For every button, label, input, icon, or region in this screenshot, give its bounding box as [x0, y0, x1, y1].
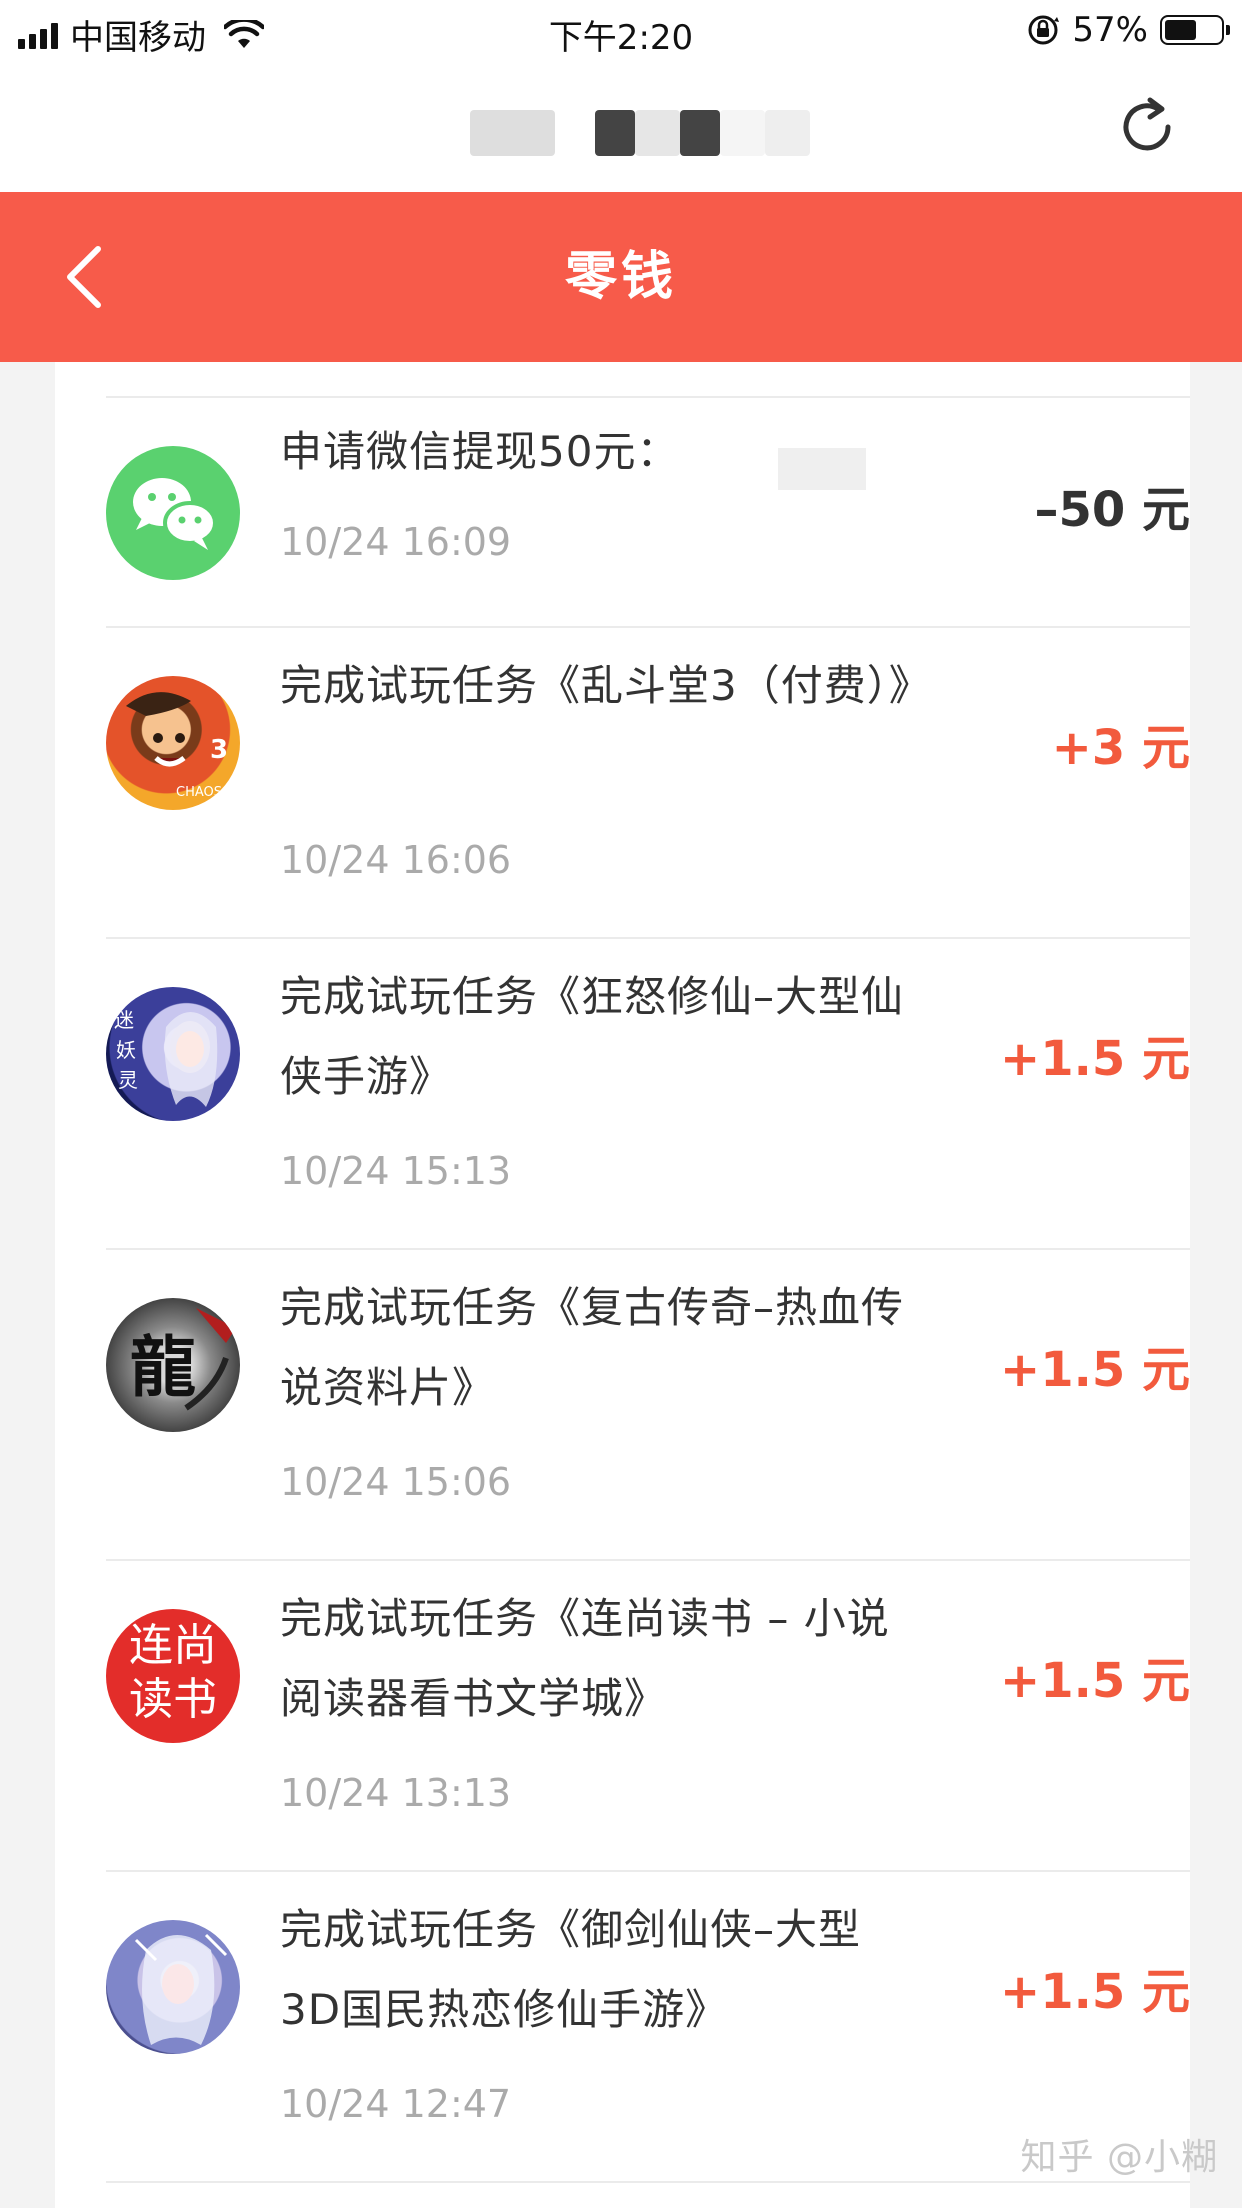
battery-icon	[1160, 15, 1230, 45]
game-icon-luandoutang: CHAOS 3	[106, 676, 240, 810]
watermark: 知乎 @小糊	[1020, 2137, 1218, 2178]
status-right: 57%	[1026, 10, 1230, 50]
page-title: 零钱	[564, 247, 677, 307]
app-icon-lianshang-text: 连尚 读书	[129, 1620, 217, 1725]
game-icon-kuangnu: 迷 妖 灵	[106, 987, 240, 1121]
transaction-title: 完成试玩任务《狂怒修仙–大型仙侠手游》	[280, 972, 905, 1101]
game-icon-fugu: 龍	[106, 1298, 240, 1432]
svg-text:灵: 灵	[118, 1068, 138, 1092]
svg-text:CHAOS: CHAOS	[176, 785, 222, 800]
transaction-time: 10/24 15:13	[280, 1149, 512, 1193]
svg-text:3: 3	[210, 735, 228, 765]
transaction-time: 10/24 13:13	[280, 1771, 512, 1815]
battery-level	[1165, 20, 1196, 40]
transaction-title: 完成试玩任务《复古传奇–热血传说资料片》	[280, 1283, 905, 1412]
transaction-title: 完成试玩任务《连尚读书 – 小说阅读器看书文学城》	[280, 1594, 890, 1723]
transaction-amount: +3 元	[1051, 720, 1190, 776]
svg-text:迷: 迷	[114, 1008, 134, 1032]
svg-text:龍: 龍	[130, 1328, 196, 1406]
svg-text:妖: 妖	[116, 1038, 136, 1062]
battery-percent: 57%	[1072, 10, 1148, 50]
redacted-page-title	[470, 107, 810, 159]
redacted-text	[778, 448, 866, 490]
transaction-amount: –50 元	[1034, 482, 1190, 538]
orientation-lock-icon	[1028, 15, 1060, 45]
transaction-amount: +1.5 元	[1000, 1342, 1190, 1398]
transaction-time: 10/24 15:06	[280, 1460, 512, 1504]
transaction-row[interactable]: 连尚 读书 完成试玩任务《连尚读书 – 小说阅读器看书文学城》 10/24 13…	[106, 1561, 1190, 1872]
transaction-amount: +1.5 元	[1000, 1653, 1190, 1709]
app-icon-lianshang: 连尚 读书	[106, 1609, 240, 1743]
transaction-time: 10/24 16:06	[280, 838, 512, 882]
transaction-row[interactable]: CHAOS 3 完成试玩任务《乱斗堂3（付费）》 10/24 16:06 +3 …	[106, 628, 1190, 939]
transaction-row[interactable]: 申请微信提现50元： 10/24 16:09 –50 元	[106, 396, 1190, 628]
transaction-amount: +1.5 元	[1000, 1031, 1190, 1087]
transaction-row[interactable]: 迷 妖 灵 完成试玩任务《狂怒修仙–大型仙侠手游》 10/24 15:13 +1…	[106, 939, 1190, 1250]
refresh-icon[interactable]	[1112, 92, 1182, 162]
transaction-amount: +1.5 元	[1000, 1964, 1190, 2020]
transaction-list: 申请微信提现50元： 10/24 16:09 –50 元 CHAOS 3 完成试…	[55, 362, 1190, 2208]
transaction-row[interactable]: 龍 完成试玩任务《复古传奇–热血传说资料片》 10/24 15:06 +1.5 …	[106, 1250, 1190, 1561]
transaction-time: 10/24 12:47	[280, 2082, 512, 2126]
transaction-title: 完成试玩任务《乱斗堂3（付费）》	[280, 661, 932, 710]
transaction-time: 10/24 16:09	[280, 520, 512, 564]
wechat-icon	[106, 446, 240, 580]
status-bar: 中国移动 下午2:20 57%	[0, 0, 1242, 62]
transaction-title: 完成试玩任务《御剑仙侠–大型3D国民热恋修仙手游》	[280, 1905, 862, 2034]
app-header: 零钱	[0, 192, 1242, 362]
page: 中国移动 下午2:20 57% 零钱 申请微信提现50元： 10/24 16:0…	[0, 0, 1242, 2208]
game-icon-yujian	[106, 1920, 240, 2054]
browser-bar	[0, 62, 1242, 192]
